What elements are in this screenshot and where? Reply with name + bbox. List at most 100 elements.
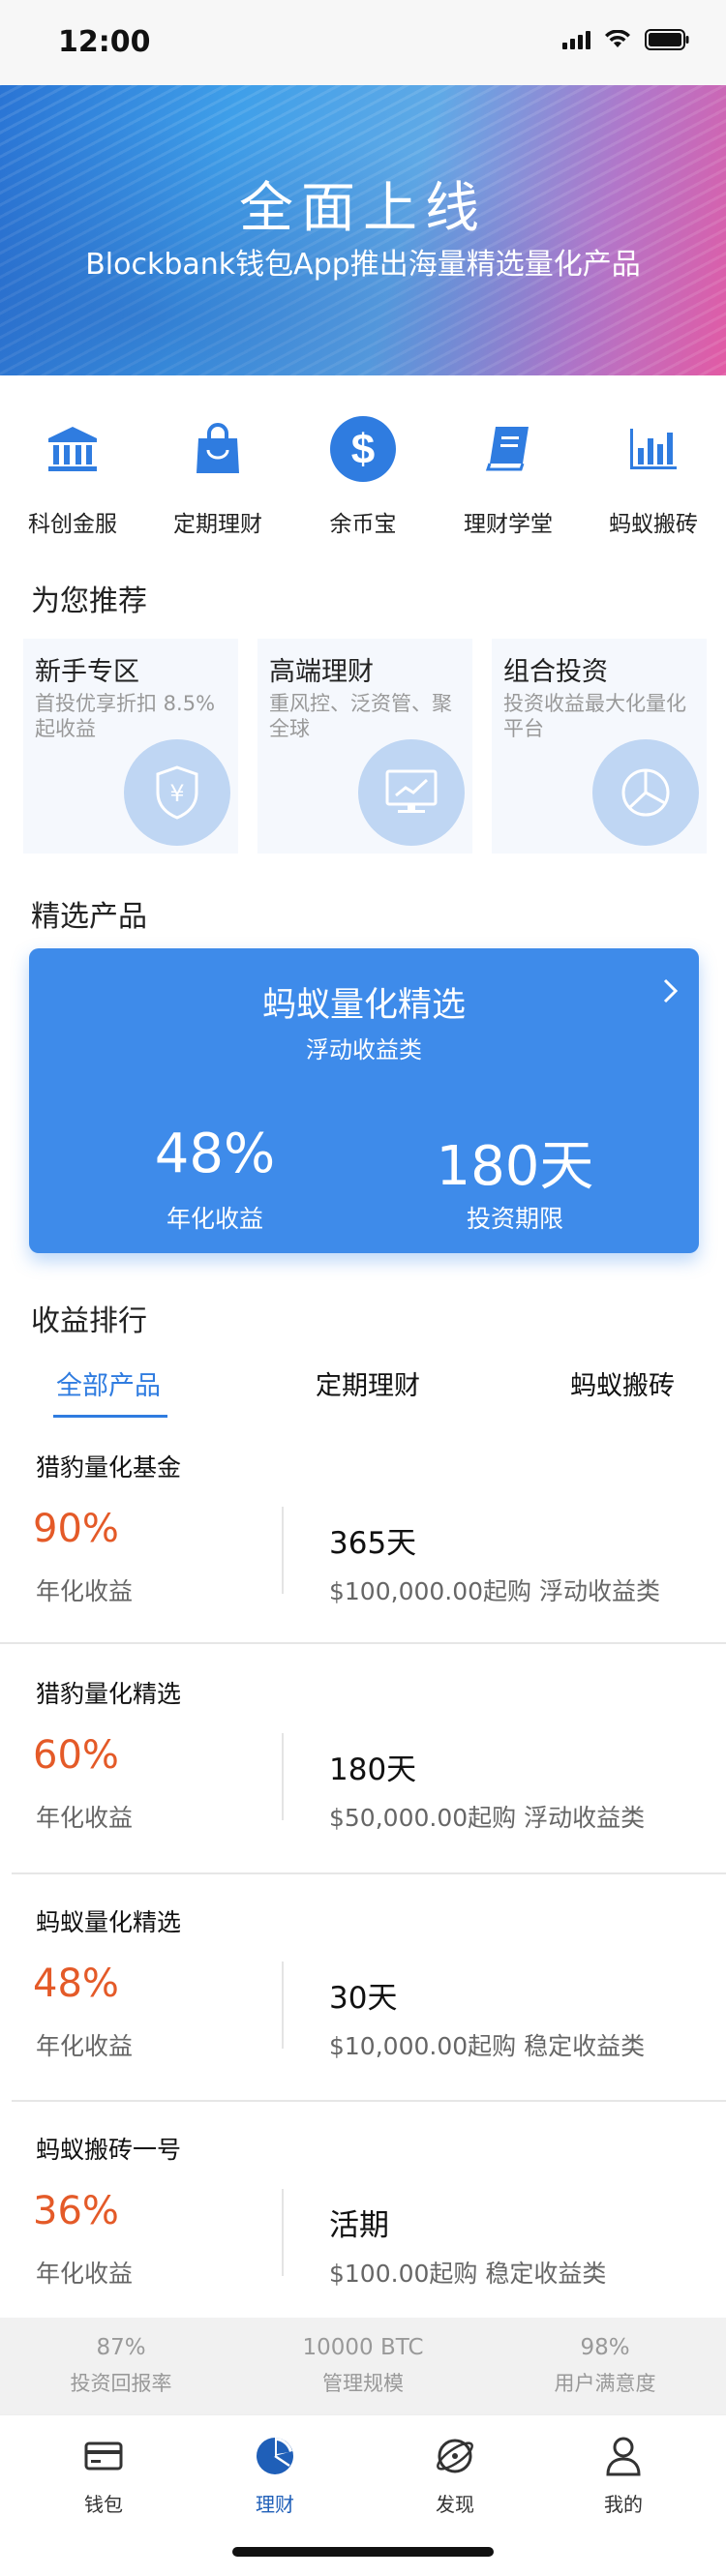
product-name: 蚂蚁搬砖一号 (36, 2136, 182, 2164)
featured-rate-label: 年化收益 (166, 1205, 263, 1233)
featured-title: 精选产品 (31, 900, 147, 934)
quick-label: 理财学堂 (464, 512, 553, 537)
tab-label: 我的 (604, 2493, 643, 2516)
wallet-icon (45, 2433, 162, 2479)
quick-item-fixed-term[interactable]: 定期理财 (145, 414, 290, 540)
ranking-tabs: 全部产品 定期理财 蚂蚁搬砖 (0, 1364, 726, 1424)
stat-label: 管理规模 (322, 2372, 404, 2395)
stat-value: 10000 BTC (302, 2335, 424, 2360)
product-rate-label: 年化收益 (36, 1577, 134, 1605)
featured-term: 180天 (436, 1135, 594, 1198)
pie-chart-icon (217, 2433, 333, 2479)
quick-label: 蚂蚁搬砖 (609, 512, 698, 537)
svg-text:¥: ¥ (169, 780, 184, 807)
featured-product-card[interactable]: 蚂蚁量化精选 浮动收益类 48% 年化收益 180天 投资期限 (29, 948, 699, 1253)
yen-shield-icon: ¥ (124, 739, 230, 846)
banner-title: 全面上线 (239, 177, 487, 240)
user-icon (565, 2433, 681, 2479)
signal-icon (562, 30, 590, 49)
tab-finance[interactable]: 理财 (217, 2433, 333, 2517)
bank-icon (46, 414, 99, 484)
tab-ant[interactable]: 蚂蚁搬砖 (570, 1364, 675, 1402)
stat-return: 87% 投资回报率 (0, 2318, 242, 2414)
product-term: 365天 (329, 1526, 417, 1561)
product-name: 猎豹量化基金 (36, 1453, 182, 1482)
stat-value: 98% (580, 2335, 630, 2360)
rec-card-title: 组合投资 (503, 657, 608, 687)
product-info: $10,000.00起购 稳定收益类 (329, 2032, 646, 2060)
stats-strip: 87% 投资回报率 10000 BTC 管理规模 98% 用户满意度 (0, 2318, 726, 2414)
rec-card-premium[interactable]: 高端理财 重风控、泛资管、聚全球 (257, 639, 472, 854)
rec-card-newbie[interactable]: 新手专区 首投优享折扣 8.5%起收益 ¥ (23, 639, 238, 854)
stat-label: 用户满意度 (554, 2372, 656, 2395)
quick-item-ant[interactable]: 蚂蚁搬砖 (581, 414, 726, 540)
tab-wallet[interactable]: 钱包 (45, 2433, 162, 2517)
dollar-coin-icon: $ (329, 414, 397, 484)
product-rate: 48% (33, 1962, 119, 2006)
product-rate-label: 年化收益 (36, 2032, 134, 2060)
tab-label: 理财 (256, 2493, 294, 2516)
bar-chart-icon (628, 414, 679, 484)
rec-card-title: 新手专区 (35, 657, 139, 687)
divider (12, 1872, 726, 1874)
stat-value: 87% (96, 2335, 146, 2360)
product-info: $50,000.00起购 浮动收益类 (329, 1804, 646, 1832)
quick-item-school[interactable]: 理财学堂 (436, 414, 581, 540)
product-rate: 36% (33, 2189, 119, 2233)
rec-card-desc: 首投优享折扣 8.5%起收益 (35, 692, 216, 740)
featured-rate: 48% (154, 1123, 276, 1185)
product-rate-label: 年化收益 (36, 2260, 134, 2288)
tab-label: 钱包 (84, 2493, 123, 2516)
divider (282, 1507, 284, 1594)
ranking-title: 收益排行 (31, 1304, 147, 1338)
rec-card-desc: 投资收益最大化量化平台 (503, 692, 686, 740)
product-row[interactable]: 猎豹量化基金 90% 年化收益 365天 $100,000.00起购 浮动收益类 (0, 1449, 726, 1671)
product-term: 180天 (329, 1752, 417, 1787)
shopping-bag-icon (194, 414, 242, 484)
product-rate: 90% (33, 1507, 119, 1551)
tab-all-products[interactable]: 全部产品 (56, 1364, 161, 1402)
quick-menu: 科创金服 定期理财 $ 余币宝 理财学堂 蚂蚁搬砖 (0, 414, 726, 540)
tab-mine[interactable]: 我的 (565, 2433, 681, 2517)
quick-item-kechuang[interactable]: 科创金服 (0, 414, 145, 540)
divider (282, 1962, 284, 2049)
product-info: $100,000.00起购 浮动收益类 (329, 1577, 660, 1605)
promo-banner[interactable]: 全面上线 Blockbank钱包App推出海量精选量化产品 (0, 85, 726, 375)
divider (282, 2189, 284, 2276)
stat-label: 投资回报率 (70, 2372, 172, 2395)
product-rate: 60% (33, 1733, 119, 1778)
status-bar: 12:00 (0, 0, 726, 85)
product-name: 蚂蚁量化精选 (36, 1908, 182, 1936)
home-indicator[interactable] (232, 2547, 494, 2557)
monitor-chart-icon (358, 739, 465, 846)
quick-label: 科创金服 (28, 512, 117, 537)
product-info: $100.00起购 稳定收益类 (329, 2260, 607, 2288)
divider (282, 1733, 284, 1820)
svg-text:$: $ (351, 426, 375, 473)
chevron-right-icon[interactable] (662, 977, 680, 1008)
pie-chart-icon (592, 739, 699, 846)
tab-label: 发现 (436, 2493, 474, 2516)
status-icons (562, 29, 689, 50)
recommend-title: 为您推荐 (31, 584, 147, 618)
stat-satisfaction: 98% 用户满意度 (484, 2318, 726, 2414)
divider (12, 2100, 726, 2102)
featured-name: 蚂蚁量化精选 (261, 986, 466, 1025)
product-row[interactable]: 猎豹量化精选 60% 年化收益 180天 $50,000.00起购 浮动收益类 (0, 1675, 726, 1898)
tab-discover[interactable]: 发现 (397, 2433, 513, 2517)
rec-card-portfolio[interactable]: 组合投资 投资收益最大化量化平台 (492, 639, 707, 854)
banner-subtitle: Blockbank钱包App推出海量精选量化产品 (85, 248, 641, 282)
featured-category: 浮动收益类 (306, 1036, 422, 1063)
tab-fixed-term[interactable]: 定期理财 (316, 1364, 420, 1402)
planet-icon (397, 2433, 513, 2479)
wifi-icon (604, 30, 631, 49)
product-term: 30天 (329, 1981, 398, 2016)
quick-label: 定期理财 (173, 512, 262, 537)
status-time: 12:00 (58, 25, 151, 59)
book-icon (486, 414, 530, 484)
tab-underline (53, 1415, 167, 1418)
product-row[interactable]: 蚂蚁量化精选 48% 年化收益 30天 $10,000.00起购 稳定收益类 (0, 1903, 726, 2126)
quick-item-yubibao[interactable]: $ 余币宝 (290, 414, 436, 540)
divider (0, 1642, 726, 1644)
rec-card-title: 高端理财 (269, 657, 374, 687)
